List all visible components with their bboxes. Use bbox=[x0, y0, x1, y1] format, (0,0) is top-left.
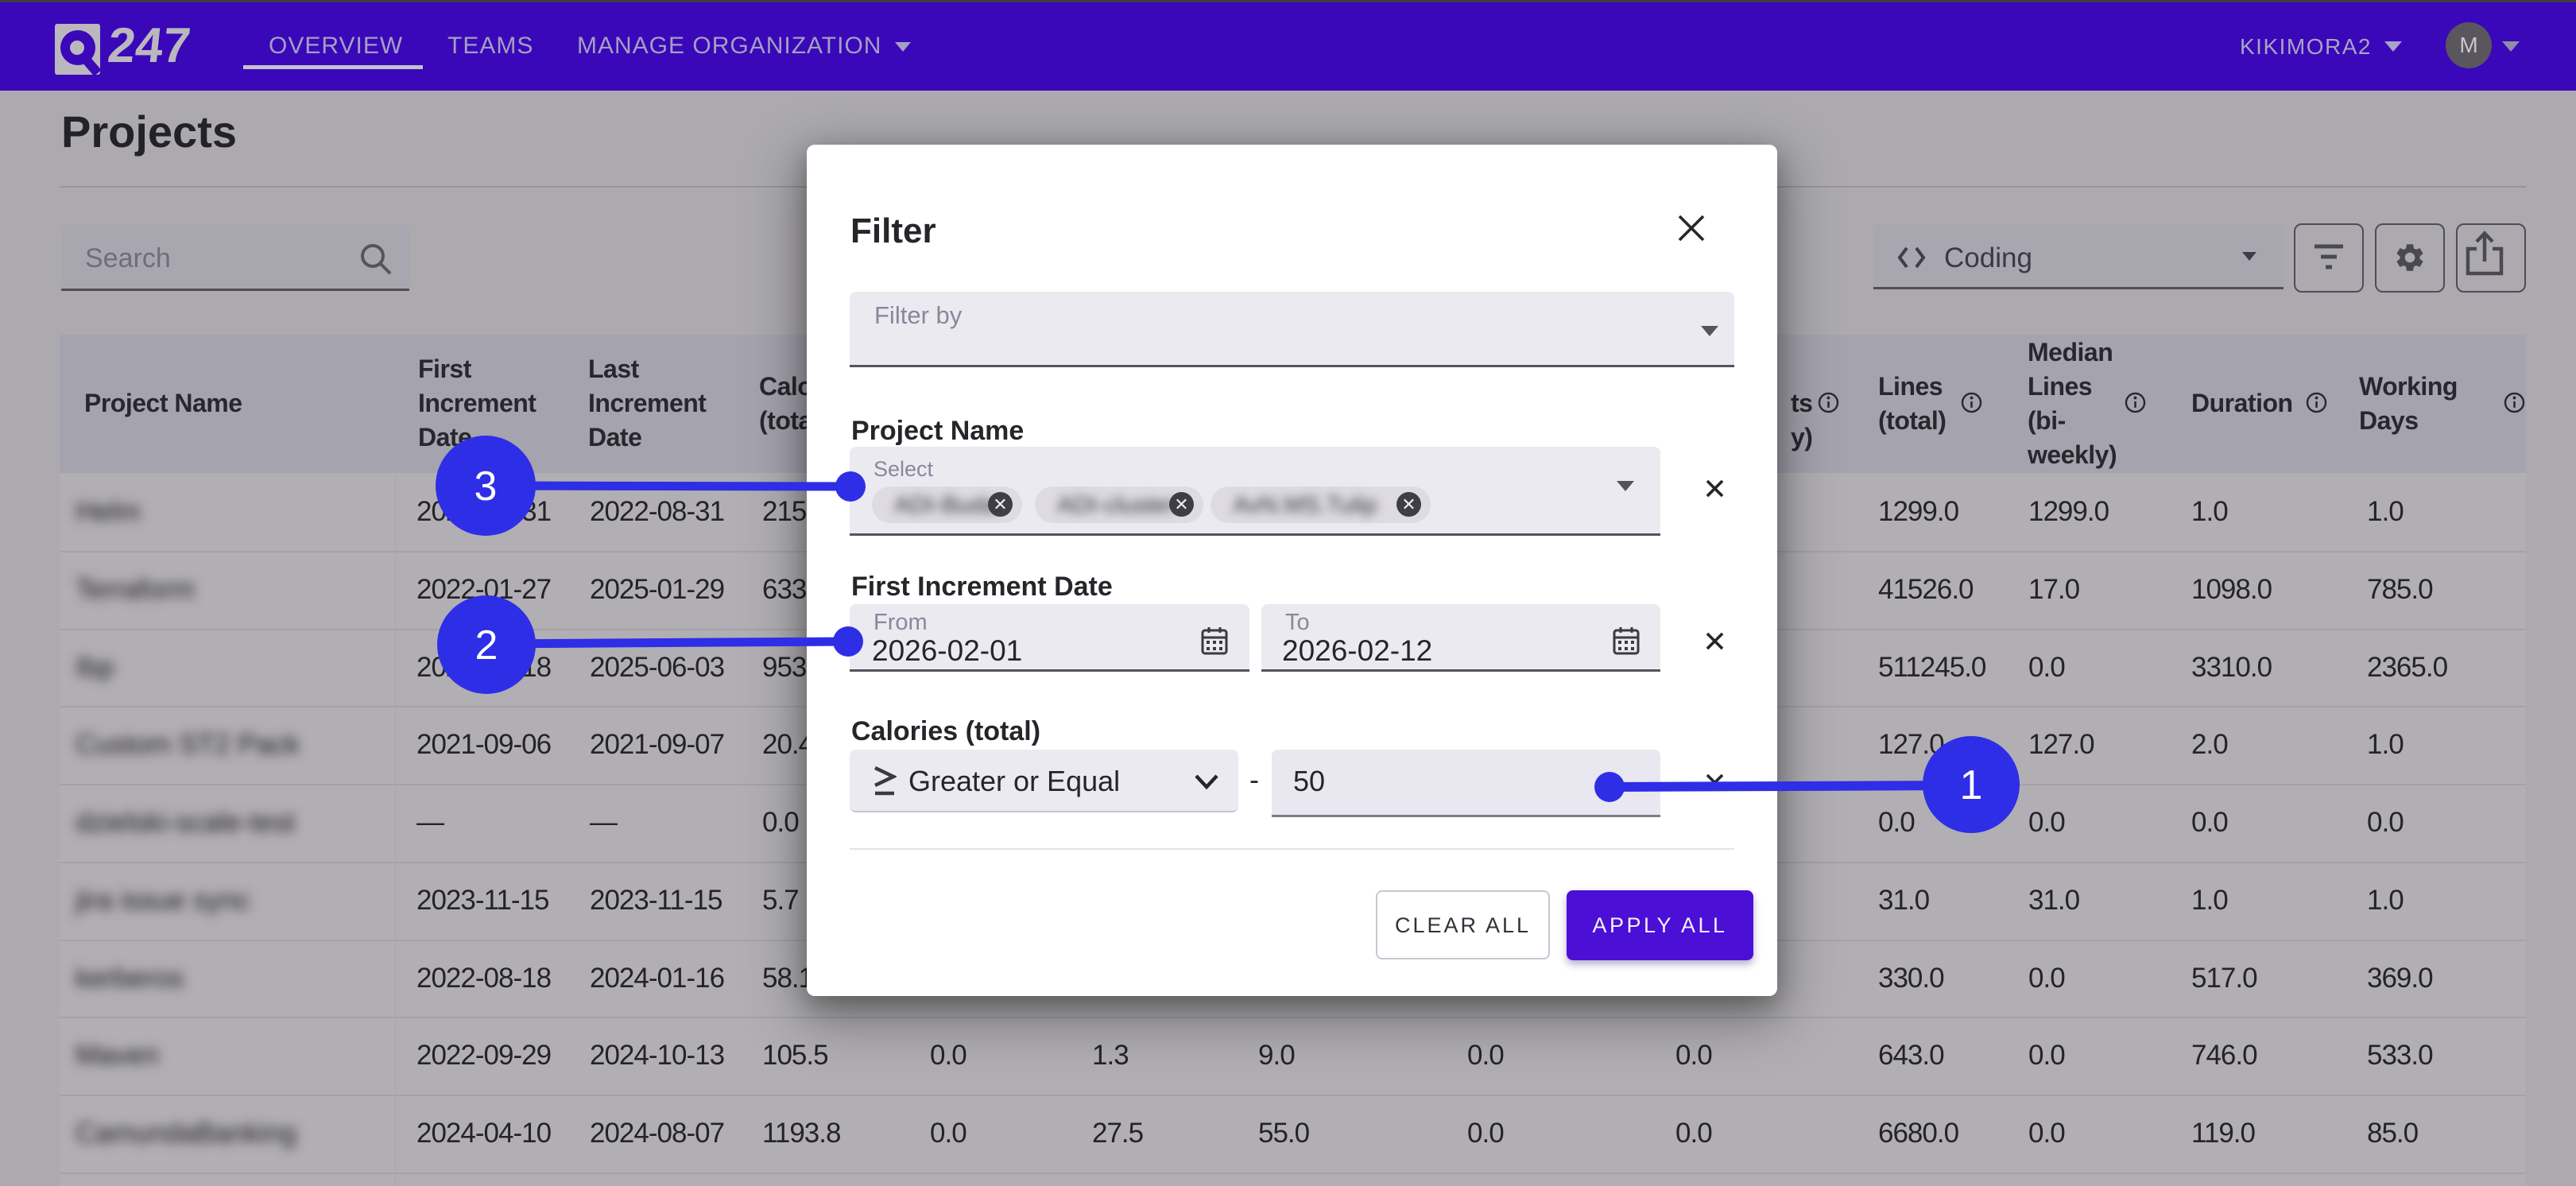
svg-text:3: 3 bbox=[475, 463, 498, 510]
svg-text:2: 2 bbox=[475, 622, 498, 669]
svg-text:1: 1 bbox=[1960, 762, 1983, 808]
